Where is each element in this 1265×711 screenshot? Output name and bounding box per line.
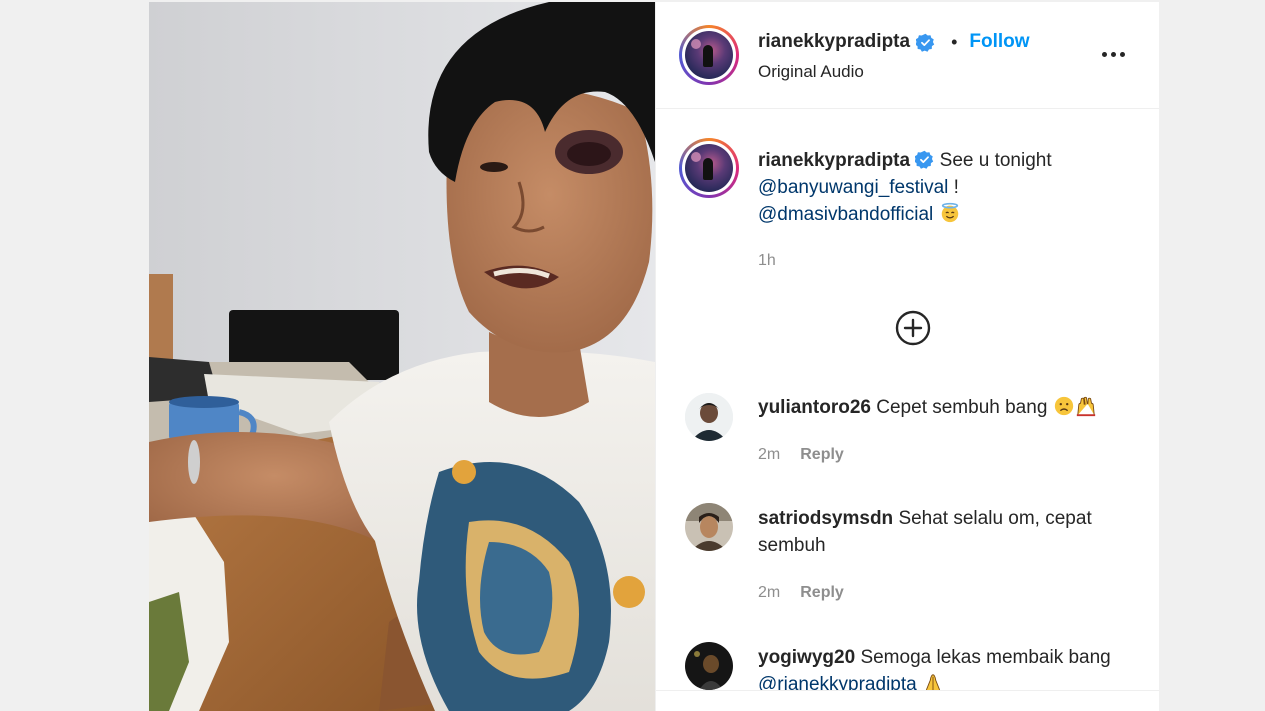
reply-button[interactable]: Reply	[800, 584, 844, 602]
caption-username[interactable]: rianekkypradipta	[758, 150, 910, 171]
commenter-avatar[interactable]	[685, 642, 733, 690]
post-sidebar: rianekkypradipta • Follow Original Audio…	[655, 2, 1159, 711]
comment-username[interactable]: yuliantoro26	[758, 397, 871, 418]
commenter-avatar[interactable]	[685, 503, 733, 551]
comment-meta: 2m Reply	[758, 584, 844, 602]
comment-body: yuliantoro26 Cepet sembuh bang	[758, 394, 1138, 421]
caption-mention-band[interactable]: @dmasivbandofficial	[758, 204, 933, 225]
raised-hands-icon	[1076, 396, 1095, 417]
comment-input-area	[656, 690, 1159, 711]
sad-face-icon	[1054, 396, 1073, 416]
comment-timestamp[interactable]: 2m	[758, 584, 780, 602]
caption-mention-festival[interactable]: @banyuwangi_festival	[758, 177, 948, 198]
commenter-photo	[685, 642, 733, 690]
caption-text: See u tonight	[939, 150, 1052, 171]
comment-text: Cepet sembuh bang	[876, 397, 1048, 418]
reply-button[interactable]: Reply	[800, 446, 844, 464]
comment-text: Semoga lekas membaik bang	[860, 647, 1111, 668]
commenter-photo	[685, 503, 733, 551]
comment-timestamp[interactable]: 2m	[758, 446, 780, 464]
post-caption: rianekkypradipta See u tonight @banyuwan…	[758, 147, 1138, 228]
comment-username[interactable]: satriodsymsdn	[758, 508, 893, 529]
more-options-icon[interactable]	[1102, 44, 1132, 64]
verified-badge-icon	[915, 150, 934, 169]
header-user-row: rianekkypradipta • Follow	[758, 31, 1030, 53]
commenter-photo	[685, 393, 733, 441]
comment-body: satriodsymsdn Sehat selalu om, cepat sem…	[758, 505, 1138, 559]
plus-circle-icon[interactable]	[894, 309, 932, 347]
comment-meta: 2m Reply	[758, 446, 844, 464]
separator-dot: •	[951, 31, 958, 52]
caption-author-avatar[interactable]	[679, 138, 739, 198]
video-frame	[149, 2, 655, 711]
smiling-face-with-halo-icon	[941, 202, 958, 223]
commenter-avatar[interactable]	[685, 393, 733, 441]
verified-badge-icon	[916, 33, 935, 52]
author-username[interactable]: rianekkypradipta	[758, 31, 910, 53]
audio-label[interactable]: Original Audio	[758, 62, 864, 82]
caption-text-mid: !	[948, 177, 959, 198]
follow-button[interactable]: Follow	[969, 31, 1029, 53]
face	[446, 89, 653, 353]
instagram-post-modal: rianekkypradipta • Follow Original Audio…	[149, 2, 1159, 711]
post-header: rianekkypradipta • Follow Original Audio	[656, 2, 1159, 109]
cabinet	[149, 274, 173, 364]
comment-username[interactable]: yogiwyg20	[758, 647, 855, 668]
post-media[interactable]	[149, 2, 655, 711]
author-avatar[interactable]	[679, 25, 739, 85]
caption-timestamp[interactable]: 1h	[758, 252, 776, 270]
